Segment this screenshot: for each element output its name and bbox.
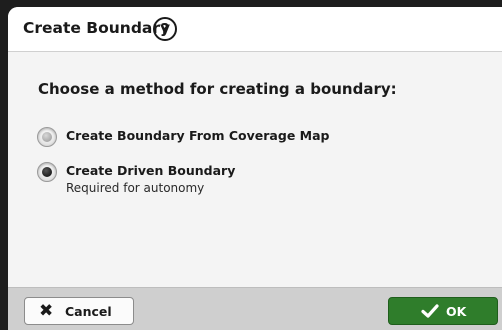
option-driven-boundary-sublabel: Required for autonomy [66, 181, 205, 195]
dialog-title: Create Boundary [23, 19, 171, 37]
option-driven-boundary-label: Create Driven Boundary [66, 163, 236, 178]
cancel-button[interactable]: ✖ Cancel [24, 297, 134, 325]
ok-button[interactable]: OK [388, 297, 498, 325]
check-icon [421, 303, 439, 323]
dialog-footer: ✖ Cancel OK [8, 287, 502, 330]
cancel-button-label: Cancel [65, 304, 112, 319]
close-icon: ✖ [39, 301, 54, 321]
radio-coverage-map[interactable] [37, 127, 57, 147]
dialog-body: Choose a method for creating a boundary:… [8, 52, 502, 287]
dialog-titlebar: Create Boundary ? [8, 7, 502, 52]
ok-button-label: OK [446, 304, 467, 319]
create-boundary-dialog: Create Boundary ? Choose a method for cr… [8, 7, 502, 330]
help-icon[interactable]: ? [153, 17, 177, 41]
option-coverage-map-label: Create Boundary From Coverage Map [66, 128, 330, 143]
radio-driven-boundary[interactable] [37, 162, 57, 182]
method-prompt: Choose a method for creating a boundary: [38, 80, 397, 98]
